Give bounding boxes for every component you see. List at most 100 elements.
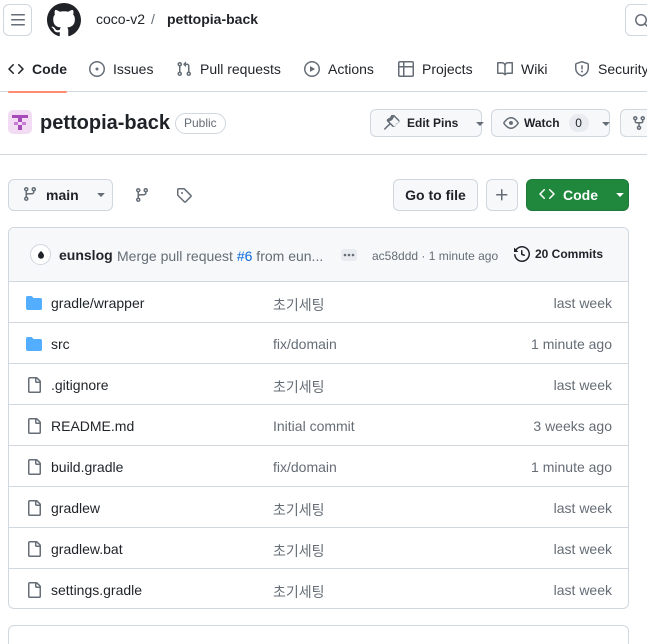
commit-message-prefix: Merge pull request bbox=[117, 248, 237, 264]
repo-header: pettopia-back Public Edit Pins Watch 0 bbox=[0, 92, 647, 155]
code-button-label: Code bbox=[563, 187, 598, 203]
file-row[interactable]: build.gradle fix/domain 1 minute ago bbox=[9, 446, 628, 487]
history-icon bbox=[514, 246, 530, 262]
file-name[interactable]: build.gradle bbox=[51, 459, 123, 475]
file-row[interactable]: .gitignore 초기세팅 last week bbox=[9, 364, 628, 405]
code-dropdown-button[interactable]: Code bbox=[526, 179, 629, 211]
file-commit-message[interactable]: fix/domain bbox=[273, 459, 337, 475]
commit-time: 1 minute ago bbox=[428, 249, 499, 263]
file-row[interactable]: README.md Initial commit 3 weeks ago bbox=[9, 405, 628, 446]
global-header: coco-v2 / pettopia-back bbox=[0, 0, 647, 42]
file-name[interactable]: gradle/wrapper bbox=[51, 295, 144, 311]
tags-button[interactable] bbox=[168, 179, 200, 211]
fork-button[interactable] bbox=[620, 109, 647, 137]
file-navigation: main Go to file Code bbox=[0, 155, 647, 227]
branch-select-button[interactable]: main bbox=[8, 179, 113, 211]
repo-avatar bbox=[8, 110, 32, 134]
git-branch-icon bbox=[135, 188, 148, 203]
file-icon bbox=[26, 582, 42, 598]
triangle-down-icon bbox=[472, 115, 488, 131]
commits-history-link[interactable]: 20 Commits bbox=[514, 246, 603, 262]
commits-count: 20 Commits bbox=[535, 247, 604, 261]
play-icon bbox=[304, 61, 320, 77]
file-row[interactable]: gradlew 초기세팅 last week bbox=[9, 487, 628, 528]
code-icon bbox=[8, 61, 24, 77]
table-icon bbox=[398, 61, 414, 77]
file-row[interactable]: gradle/wrapper 초기세팅 last week bbox=[9, 282, 628, 323]
file-commit-date: last week bbox=[553, 377, 612, 393]
breadcrumb-separator: / bbox=[151, 11, 155, 27]
file-icon bbox=[26, 541, 42, 557]
triangle-down-icon bbox=[93, 186, 109, 205]
file-commit-message[interactable]: 초기세팅 bbox=[273, 500, 325, 520]
file-commit-message[interactable]: Initial commit bbox=[273, 418, 355, 434]
breadcrumb-owner[interactable]: coco-v2 bbox=[96, 11, 145, 27]
tab-code[interactable]: Code bbox=[8, 46, 67, 93]
file-commit-date: last week bbox=[553, 500, 612, 516]
commit-separator: · bbox=[421, 249, 426, 263]
hamburger-icon bbox=[10, 14, 25, 26]
tab-projects[interactable]: Projects bbox=[398, 46, 473, 92]
add-file-button[interactable] bbox=[486, 179, 518, 211]
file-row[interactable]: settings.gradle 초기세팅 last week bbox=[9, 569, 628, 608]
git-pull-request-icon bbox=[176, 61, 192, 77]
file-name[interactable]: .gitignore bbox=[51, 377, 109, 393]
file-commit-message[interactable]: 초기세팅 bbox=[273, 582, 325, 602]
file-list: eunslog Merge pull request #6 from eun..… bbox=[8, 227, 629, 609]
go-to-file-button[interactable]: Go to file bbox=[393, 179, 478, 211]
file-name[interactable]: gradlew bbox=[51, 500, 100, 516]
watch-count: 0 bbox=[568, 114, 589, 132]
commit-message[interactable]: Merge pull request #6 from eun... bbox=[117, 248, 329, 264]
tab-wiki[interactable]: Wiki bbox=[497, 46, 547, 92]
edit-pins-button[interactable]: Edit Pins bbox=[370, 109, 484, 137]
breadcrumb-repo[interactable]: pettopia-back bbox=[167, 11, 258, 27]
github-logo-icon[interactable] bbox=[47, 3, 81, 37]
file-commit-message[interactable]: 초기세팅 bbox=[273, 295, 325, 315]
tab-pull-requests[interactable]: Pull requests bbox=[176, 46, 281, 92]
file-row[interactable]: src fix/domain 1 minute ago bbox=[9, 323, 628, 364]
git-branch-icon bbox=[22, 186, 38, 205]
shield-icon bbox=[574, 61, 590, 77]
file-name[interactable]: gradlew.bat bbox=[51, 541, 123, 557]
tab-security-label: Security bbox=[598, 61, 647, 77]
file-commit-date: last week bbox=[553, 541, 612, 557]
commit-sha[interactable]: ac58ddd bbox=[372, 249, 418, 263]
file-commit-message[interactable]: 초기세팅 bbox=[273, 541, 325, 561]
file-commit-date: 1 minute ago bbox=[531, 459, 612, 475]
eye-icon bbox=[503, 115, 519, 131]
file-commit-message[interactable]: 초기세팅 bbox=[273, 377, 325, 397]
menu-button[interactable] bbox=[3, 4, 32, 36]
folder-icon bbox=[26, 295, 42, 311]
file-name[interactable]: settings.gradle bbox=[51, 582, 142, 598]
user-avatar-icon bbox=[37, 250, 44, 259]
tab-actions[interactable]: Actions bbox=[304, 46, 374, 92]
commit-author[interactable]: eunslog bbox=[59, 247, 113, 263]
triangle-down-icon bbox=[598, 115, 614, 131]
readme-panel bbox=[8, 625, 629, 644]
book-icon bbox=[497, 61, 513, 77]
tab-issues[interactable]: Issues bbox=[89, 46, 153, 92]
repo-title[interactable]: pettopia-back bbox=[40, 112, 170, 135]
issue-opened-icon bbox=[89, 61, 105, 77]
edit-pins-label: Edit Pins bbox=[407, 116, 459, 130]
file-row[interactable]: gradlew.bat 초기세팅 last week bbox=[9, 528, 628, 569]
author-avatar[interactable] bbox=[30, 244, 51, 265]
expand-commit-button[interactable] bbox=[341, 249, 357, 261]
visibility-label: Public bbox=[175, 113, 226, 134]
file-icon bbox=[26, 500, 42, 516]
file-commit-message[interactable]: fix/domain bbox=[273, 336, 337, 352]
file-name[interactable]: src bbox=[51, 336, 70, 352]
code-icon bbox=[539, 186, 555, 205]
tab-security[interactable]: Security bbox=[574, 46, 647, 92]
branches-button[interactable] bbox=[126, 179, 158, 211]
watch-button[interactable]: Watch 0 bbox=[491, 109, 610, 137]
repo-nav: Code Issues Pull requests Actions Projec… bbox=[0, 46, 647, 93]
search-icon bbox=[635, 14, 647, 28]
plus-icon bbox=[496, 189, 508, 201]
tab-projects-label: Projects bbox=[422, 61, 473, 77]
file-icon bbox=[26, 418, 42, 434]
file-name[interactable]: README.md bbox=[51, 418, 134, 434]
search-button[interactable] bbox=[625, 4, 647, 36]
file-icon bbox=[26, 377, 42, 393]
pr-link[interactable]: #6 bbox=[237, 248, 253, 264]
